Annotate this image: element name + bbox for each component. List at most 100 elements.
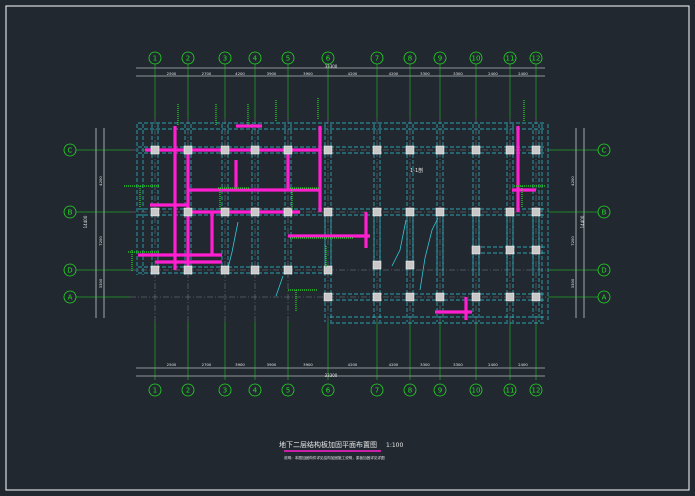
dim-top-2: 4200 xyxy=(235,71,245,76)
column xyxy=(531,245,541,255)
dim-right-0: 4200 xyxy=(570,176,575,186)
cad-drawing-canvas: 1 2 3 4 5 6 7 8 9 10 11 12 1 2 3 4 5 6 7 8 9 10 11 12 C B D A C B D A 2… xyxy=(0,0,695,496)
column xyxy=(505,207,515,217)
grid-lines xyxy=(76,64,598,380)
dim-bottom-7: 3300 xyxy=(420,362,430,367)
column xyxy=(471,292,481,302)
floor-plan-drawing: 1 2 3 4 5 6 7 8 9 10 11 121 2 3 4 5 6 7 8 9 10 11 12CBDACBDA 2… xyxy=(5,5,690,491)
column xyxy=(435,292,445,302)
drawing-title: 地下二层结构板加固平面布置图 xyxy=(279,440,377,449)
dim-bottom-6: 4200 xyxy=(389,362,399,367)
column xyxy=(250,207,260,217)
column xyxy=(283,265,293,275)
axis-top-2-label: 3 xyxy=(223,55,227,63)
column xyxy=(183,145,193,155)
dim-right-1: 7200 xyxy=(570,236,575,246)
column xyxy=(435,145,445,155)
dim-top-5: 4200 xyxy=(348,71,358,76)
column xyxy=(220,207,230,217)
axis-top-0-label: 1 xyxy=(153,55,157,63)
total-dim-right: 14400 xyxy=(580,215,585,228)
axis-bottom-9-label: 10 xyxy=(472,387,481,395)
dim-top-10: 2400 xyxy=(518,71,528,76)
dim-bottom-4: 3900 xyxy=(303,362,313,367)
axis-left-3-label: A xyxy=(68,294,73,302)
column xyxy=(405,292,415,302)
column xyxy=(323,265,333,275)
axis-top-1-label: 2 xyxy=(186,55,190,63)
dim-left-0: 4200 xyxy=(98,176,103,186)
column xyxy=(323,207,333,217)
axis-right-1-label: B xyxy=(602,209,607,217)
column xyxy=(505,292,515,302)
axis-bottom-11-label: 12 xyxy=(532,387,541,395)
slab-edge xyxy=(227,221,239,269)
drawing-frame xyxy=(5,5,690,491)
slab-edge xyxy=(391,219,407,267)
column xyxy=(435,207,445,217)
column xyxy=(531,207,541,217)
drawing-scale: 1:100 xyxy=(386,442,403,449)
axis-top-5-label: 6 xyxy=(326,55,331,63)
column xyxy=(220,265,230,275)
column xyxy=(471,207,481,217)
dim-top-3: 3900 xyxy=(267,71,277,76)
reinforcement-members xyxy=(138,124,536,320)
total-dim-top: 33300 xyxy=(325,64,338,69)
axis-bottom-7-label: 8 xyxy=(408,387,412,395)
axis-top-10-label: 11 xyxy=(506,55,515,63)
axis-top-4-label: 5 xyxy=(286,55,290,63)
axis-bubbles: 1 2 3 4 5 6 7 8 9 10 11 121 2 3 4 5 6 7 8 9 10 11 12CBDACBDA xyxy=(63,51,611,397)
axis-right-2-label: D xyxy=(601,267,606,275)
section-label: 1-1剖 xyxy=(410,167,423,174)
column xyxy=(372,260,382,270)
axis-bottom-6-label: 7 xyxy=(375,387,379,395)
dim-top-9: 2400 xyxy=(488,71,498,76)
slab-edge xyxy=(419,217,439,291)
column xyxy=(323,292,333,302)
axis-top-11-label: 12 xyxy=(532,55,541,63)
column xyxy=(505,145,515,155)
column xyxy=(405,207,415,217)
axis-top-9-label: 10 xyxy=(472,55,481,63)
column xyxy=(405,260,415,270)
axis-top-8-label: 9 xyxy=(438,55,442,63)
dim-bottom-0: 2500 xyxy=(167,362,177,367)
beam-outlines xyxy=(136,122,549,324)
column xyxy=(183,265,193,275)
axis-bottom-2-label: 3 xyxy=(223,387,227,395)
column xyxy=(471,145,481,155)
dim-bottom-1: 2700 xyxy=(202,362,212,367)
column xyxy=(323,145,333,155)
dim-top-0: 2500 xyxy=(167,71,177,76)
axis-top-3-label: 4 xyxy=(253,55,258,63)
column xyxy=(150,207,160,217)
columns xyxy=(150,145,541,302)
column xyxy=(372,207,382,217)
column xyxy=(372,145,382,155)
drawing-note: 说明：本图加固构件详见结构加固施工说明，梁板加固详见详图 xyxy=(284,455,385,460)
dim-bottom-2: 3900 xyxy=(235,362,245,367)
axis-right-0-label: C xyxy=(602,147,607,155)
column xyxy=(372,292,382,302)
total-dim-bottom: 33300 xyxy=(325,373,338,378)
dim-bottom-10: 2400 xyxy=(518,362,528,367)
axis-bottom-1-label: 2 xyxy=(186,387,190,395)
column xyxy=(150,265,160,275)
column xyxy=(220,145,230,155)
column xyxy=(505,245,515,255)
axis-bottom-3-label: 4 xyxy=(253,387,258,395)
dim-top-4: 3900 xyxy=(303,71,313,76)
axis-bottom-8-label: 9 xyxy=(438,387,442,395)
axis-bottom-4-label: 5 xyxy=(286,387,290,395)
axis-top-7-label: 8 xyxy=(408,55,412,63)
column xyxy=(250,145,260,155)
column xyxy=(283,207,293,217)
axis-bottom-5-label: 6 xyxy=(326,387,331,395)
dim-bottom-8: 3300 xyxy=(453,362,463,367)
column xyxy=(250,265,260,275)
dim-top-8: 3300 xyxy=(453,71,463,76)
dim-right-2: 3300 xyxy=(570,278,575,288)
axis-bottom-10-label: 11 xyxy=(506,387,515,395)
column xyxy=(471,245,481,255)
